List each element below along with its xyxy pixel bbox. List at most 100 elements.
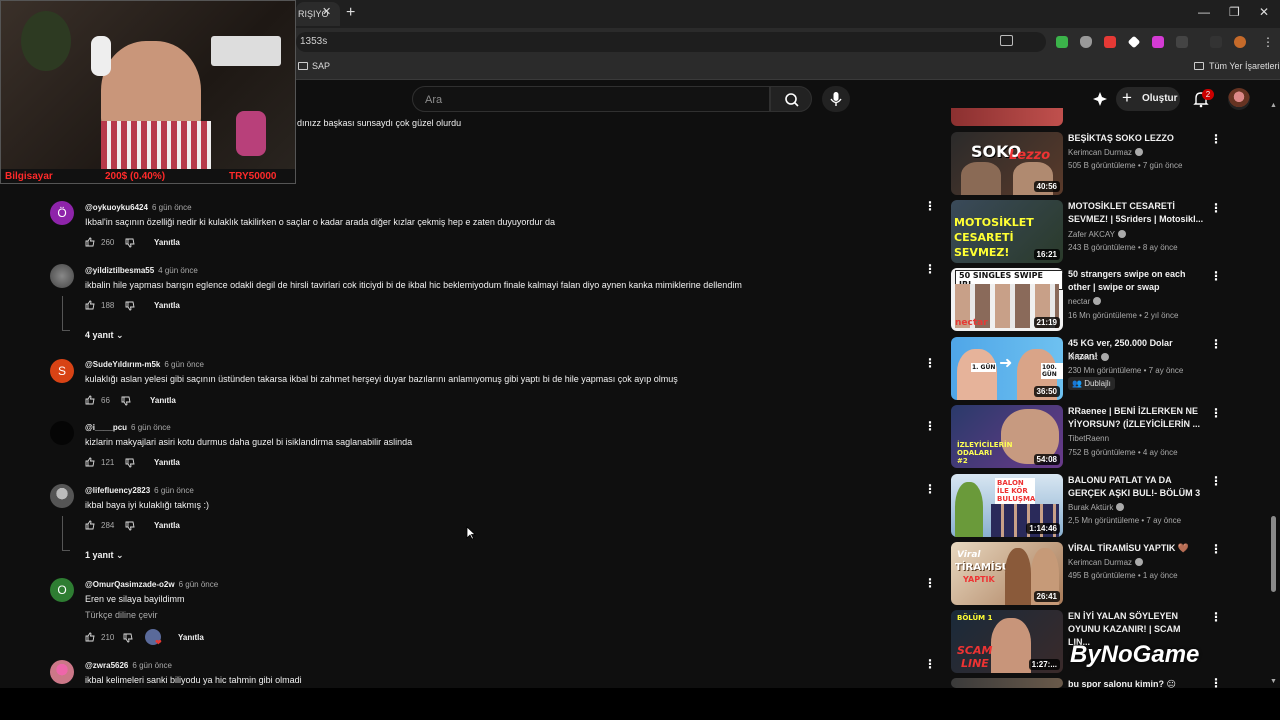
more-options-icon[interactable]: ⋮ (924, 576, 936, 590)
more-options-icon[interactable]: ⋮ (924, 199, 936, 213)
like-icon[interactable] (85, 300, 95, 310)
video-thumbnail[interactable]: İZLEYİCİLERİN ODALARI #2 54:08 (951, 405, 1063, 468)
more-options-icon[interactable]: ⋮ (1210, 610, 1222, 624)
like-icon[interactable] (85, 520, 95, 530)
search-input[interactable]: Ara (412, 86, 770, 112)
video-channel[interactable]: Kerimcan Durmaz (1068, 558, 1144, 567)
reply-button[interactable]: Yanıtla (154, 301, 180, 310)
comment-author[interactable]: @SudeYıldırım-m5k 6 gün önce (85, 360, 204, 369)
video-channel[interactable]: Burak Aktürk (1068, 503, 1125, 512)
avatar[interactable]: S (50, 359, 74, 383)
avatar[interactable] (50, 660, 74, 684)
avatar[interactable] (50, 264, 74, 288)
close-tab-icon[interactable]: ✕ (322, 5, 331, 18)
comment-author[interactable]: @i____pcu 6 gün önce (85, 423, 171, 432)
menu-dots-icon[interactable]: ⋮ (1262, 35, 1274, 49)
scroll-up-icon[interactable]: ▲ (1270, 102, 1277, 109)
reply-button[interactable]: Yanıtla (154, 521, 180, 530)
extension-purple-icon[interactable] (1152, 36, 1164, 48)
video-title[interactable]: MOTOSİKLET CESARETİ SEVMEZ! | 5Sriders |… (1068, 200, 1204, 226)
dislike-icon[interactable] (125, 238, 135, 248)
video-title[interactable]: 50 strangers swipe on each other | swipe… (1068, 268, 1204, 294)
video-channel[interactable]: nectar (1068, 297, 1102, 306)
video-thumbnail[interactable]: BALON İLE KÖR BULUŞMA 1:14:46 (951, 474, 1063, 537)
avatar[interactable]: O (50, 578, 74, 602)
dislike-icon[interactable] (125, 458, 135, 468)
like-icon[interactable] (85, 395, 95, 405)
video-channel[interactable]: Kerimcan Durmaz (1068, 148, 1144, 157)
reply-button[interactable]: Yanıtla (178, 633, 204, 642)
sparkle-icon[interactable] (1092, 91, 1108, 107)
scrollbar[interactable] (1271, 516, 1276, 592)
minimize-icon[interactable]: — (1198, 5, 1210, 19)
extension-green-icon[interactable] (1056, 36, 1068, 48)
profile-icon[interactable] (1234, 36, 1246, 48)
video-title[interactable]: BEŞİKTAŞ SOKO LEZZO (1068, 132, 1204, 145)
more-options-icon[interactable]: ⋮ (1210, 542, 1222, 556)
more-options-icon[interactable]: ⋮ (924, 356, 936, 370)
video-channel[interactable]: MrBeast (1068, 353, 1109, 362)
more-options-icon[interactable]: ⋮ (924, 262, 936, 276)
account-avatar[interactable] (1228, 88, 1250, 110)
all-bookmarks[interactable]: Tüm Yer İşaretleri (1209, 61, 1280, 71)
show-replies-button[interactable]: 1 yanıt ⌄ (85, 550, 124, 561)
comment-author[interactable]: @oykuoyku6424 6 gün önce (85, 203, 192, 212)
comment-author[interactable]: @OmurQasimzade-o2w 6 gün önce (85, 580, 218, 589)
extension-gray-icon[interactable] (1176, 36, 1188, 48)
more-options-icon[interactable]: ⋮ (1210, 201, 1222, 215)
like-icon[interactable] (85, 632, 95, 642)
scroll-down-icon[interactable]: ▼ (1270, 678, 1277, 685)
video-channel[interactable]: Zafer AKCAY (1068, 230, 1126, 239)
more-options-icon[interactable]: ⋮ (924, 419, 936, 433)
new-tab-icon[interactable]: + (346, 4, 355, 22)
video-thumbnail[interactable]: BÖLÜM 1 SCAM LINE 1:27:... (951, 610, 1063, 673)
extensions-icon[interactable] (1210, 36, 1222, 48)
reply-button[interactable]: Yanıtla (154, 458, 180, 467)
search-icon (785, 93, 799, 107)
more-options-icon[interactable]: ⋮ (924, 482, 936, 496)
avatar[interactable]: Ö (50, 201, 74, 225)
more-options-icon[interactable]: ⋮ (1210, 474, 1222, 488)
reply-button[interactable]: Yanıtla (150, 396, 176, 405)
bookmark-sap[interactable]: SAP (312, 61, 330, 71)
translate-link[interactable]: Türkçe diline çevir (85, 610, 158, 620)
extension-red-icon[interactable] (1104, 36, 1116, 48)
like-icon[interactable] (85, 237, 95, 247)
video-thumbnail[interactable]: 50 SINGLES SWIPE IRL nectar 21:19 (951, 268, 1063, 331)
more-options-icon[interactable]: ⋮ (1210, 132, 1222, 146)
more-options-icon[interactable]: ⋮ (1210, 406, 1222, 420)
search-button[interactable] (770, 86, 812, 112)
show-replies-button[interactable]: 4 yanıt ⌄ (85, 330, 124, 341)
comment-author[interactable]: @lifefluency2823 6 gün önce (85, 486, 194, 495)
video-thumbnail-partial[interactable] (951, 108, 1063, 126)
browser-tab[interactable]: RIŞIYO (296, 2, 340, 26)
more-options-icon[interactable]: ⋮ (1210, 269, 1222, 283)
comment-author[interactable]: @yildiztilbesma55 4 gün önce (85, 266, 198, 275)
shield-icon[interactable] (1080, 36, 1092, 48)
video-thumbnail[interactable]: Viral TİRAMİSU YAPTIK 26:41 (951, 542, 1063, 605)
dislike-icon[interactable] (123, 633, 133, 643)
video-thumbnail[interactable]: ➜ 1. GÜN 100. GÜN 36:50 (951, 337, 1063, 400)
dislike-icon[interactable] (121, 396, 131, 406)
video-title[interactable]: RRaenee | BENİ İZLERKEN NE YİYORSUN? (İZ… (1068, 405, 1204, 431)
more-options-icon[interactable]: ⋮ (924, 657, 936, 671)
video-thumbnail[interactable]: MOTOSİKLET CESARETİ SEVMEZ! 16:21 (951, 200, 1063, 263)
video-title[interactable]: BALONU PATLAT YA DA GERÇEK AŞKI BUL!- BÖ… (1068, 474, 1204, 500)
url-field[interactable]: 1353s (296, 32, 1046, 52)
cast-icon[interactable] (1000, 35, 1013, 46)
more-options-icon[interactable]: ⋮ (1210, 337, 1222, 351)
dislike-icon[interactable] (125, 301, 135, 311)
voice-search-button[interactable] (822, 86, 850, 112)
reply-button[interactable]: Yanıtla (154, 238, 180, 247)
video-thumbnail[interactable]: SOKO Lezzo 40:56 (951, 132, 1063, 195)
comment-author[interactable]: @zwra5626 6 gün önce (85, 661, 172, 670)
video-title[interactable]: VİRAL TİRAMİSU YAPTIK 🤎 (1068, 542, 1204, 555)
video-thumbnail[interactable] (951, 678, 1063, 688)
like-icon[interactable] (85, 457, 95, 467)
avatar[interactable] (50, 484, 74, 508)
video-channel[interactable]: TibetRaenn (1068, 434, 1109, 443)
close-window-icon[interactable]: ✕ (1259, 5, 1269, 19)
dislike-icon[interactable] (125, 521, 135, 531)
avatar[interactable] (50, 421, 74, 445)
restore-icon[interactable]: ❐ (1229, 5, 1240, 19)
